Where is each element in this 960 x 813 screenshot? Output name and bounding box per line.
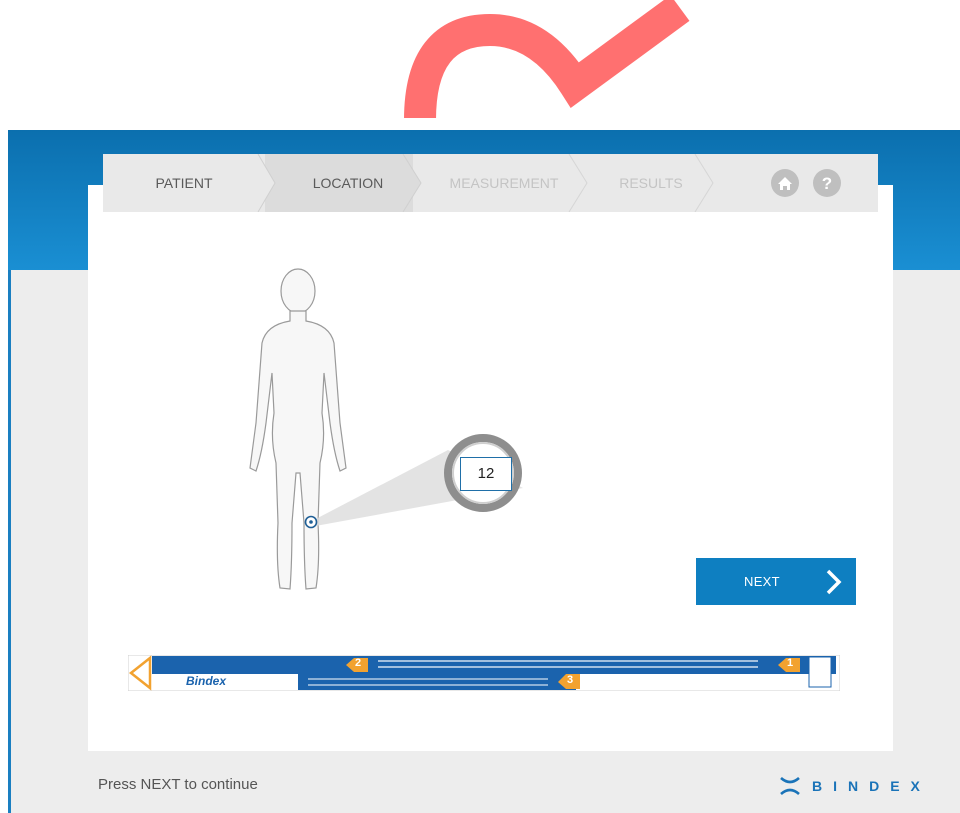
measurement-value-field[interactable]: 12	[460, 457, 512, 491]
tape-brand-text: Bindex	[186, 674, 227, 688]
tape-marker-1: 1	[787, 657, 794, 669]
measuring-tape-image: Bindex 2 3 1	[127, 654, 841, 692]
screen: PATIENT LOCATION MEASUREMENT RESULTS ? 1…	[0, 0, 960, 813]
step-progress-bar: PATIENT LOCATION MEASUREMENT RESULTS ?	[103, 154, 878, 212]
next-button-label: NEXT	[744, 574, 780, 589]
brand-logo: BINDEX	[778, 776, 920, 796]
brand-name: BINDEX	[812, 778, 931, 794]
logo-checkmark-icon	[380, 0, 720, 130]
svg-text:?: ?	[822, 174, 832, 193]
next-button[interactable]: NEXT	[696, 558, 856, 605]
tape-marker-2: 2	[355, 657, 362, 669]
footer-hint: Press NEXT to continue	[98, 776, 258, 793]
chevron-right-icon	[826, 569, 842, 595]
step-separator-icon	[257, 154, 714, 212]
help-icon[interactable]: ?	[813, 169, 841, 197]
target-point-icon[interactable]	[304, 515, 318, 529]
tape-marker-3: 3	[567, 674, 574, 686]
bindex-logo-icon	[780, 776, 800, 796]
app-window: PATIENT LOCATION MEASUREMENT RESULTS ? 1…	[8, 130, 960, 813]
home-icon[interactable]	[771, 169, 799, 197]
